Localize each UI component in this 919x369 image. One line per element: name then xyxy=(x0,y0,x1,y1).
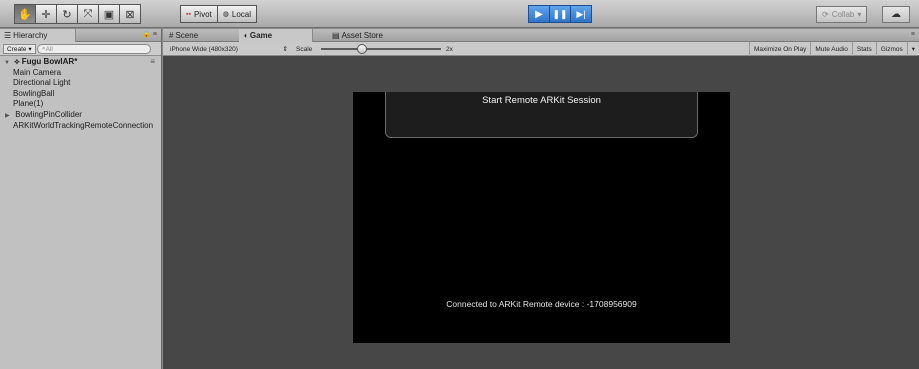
scene-row[interactable]: ▼ ⟡ Fugu BowlAR* ≡ xyxy=(0,57,161,68)
local-label: Local xyxy=(231,9,251,19)
transform-icon[interactable]: ⊠ xyxy=(119,4,141,24)
game-panel: # Scene ◖ Game ▤ Asset Store ≡ iPhone Wi… xyxy=(163,29,919,369)
scene-menu-icon[interactable]: ≡ xyxy=(150,57,155,68)
tree-item[interactable]: Plane(1) xyxy=(0,99,161,110)
scene-grid-icon: # xyxy=(169,31,174,40)
tab-asset-store[interactable]: ▤ Asset Store xyxy=(328,29,408,42)
rect-tool-icon[interactable]: ▣ xyxy=(98,4,120,24)
hand-icon[interactable]: ✋ xyxy=(14,4,36,24)
scene-name: Fugu BowlAR* xyxy=(21,57,78,66)
tree-item[interactable]: Main Camera xyxy=(0,68,161,79)
scale-icon[interactable]: ⤧ xyxy=(77,4,99,24)
list-icon: ☰ xyxy=(4,31,12,40)
game-toolbar: iPhone Wide (480x320) ⇕ Scale 2x Maximiz… xyxy=(163,42,919,56)
globe-icon: ◍ xyxy=(222,11,229,18)
hierarchy-tree: ▼ ⟡ Fugu BowlAR* ≡ Main Camera Direction… xyxy=(0,56,161,131)
chevron-down-icon: ▾ xyxy=(857,10,862,19)
scale-label: Scale xyxy=(296,45,313,53)
hierarchy-tab-label: Hierarchy xyxy=(13,31,48,40)
cloud-icon: ☁ xyxy=(891,9,901,20)
step-icon[interactable]: ▶| xyxy=(570,5,592,23)
store-icon: ▤ xyxy=(332,31,340,40)
resolution-value: iPhone Wide (480x320) xyxy=(170,45,238,53)
fold-closed-icon[interactable]: ▶ xyxy=(5,111,13,121)
collab-icon: ⟳ xyxy=(822,10,829,19)
start-ar-session-button[interactable]: Start Remote ARKit Session xyxy=(385,92,698,138)
pause-icon[interactable]: ❚❚ xyxy=(549,5,571,23)
tab-asset-store-label: Asset Store xyxy=(341,31,383,40)
move-icon[interactable]: ✛ xyxy=(35,4,57,24)
game-pacman-icon: ◖ xyxy=(243,31,248,40)
hierarchy-tab-bar: ☰ Hierarchy 🔒 ≡ xyxy=(0,29,161,42)
collab-label: Collab xyxy=(831,10,855,19)
game-options: Maximize On Play Mute Audio Stats Gizmos… xyxy=(748,42,919,56)
hierarchy-panel: ☰ Hierarchy 🔒 ≡ Create ▾ ⌕ All ▼ ⟡ Fugu … xyxy=(0,29,162,369)
mute-audio-toggle[interactable]: Mute Audio xyxy=(810,42,852,56)
pivot-button[interactable]: ▪▪ Pivot xyxy=(180,5,218,23)
scale-value: 2x xyxy=(446,45,453,53)
pivot-toggles: ▪▪ Pivot ◍ Local xyxy=(180,5,257,25)
tree-item[interactable]: ARKitWorldTrackingRemoteConnection xyxy=(0,121,161,132)
search-placeholder: All xyxy=(45,45,53,53)
create-button[interactable]: Create ▾ xyxy=(3,44,36,54)
stats-toggle[interactable]: Stats xyxy=(851,42,876,56)
tab-game-label: Game xyxy=(249,31,273,40)
stepper-icon: ⇕ xyxy=(282,46,288,53)
scale-slider-thumb[interactable] xyxy=(357,44,367,54)
hierarchy-toolbar: Create ▾ ⌕ All xyxy=(0,42,161,56)
create-label: Create xyxy=(7,45,27,53)
chevron-down-icon: ▾ xyxy=(26,46,32,53)
tab-hierarchy[interactable]: ☰ Hierarchy xyxy=(0,29,76,42)
tree-item-label: BowlingPinCollider xyxy=(15,109,82,119)
tree-item[interactable]: BowlingBall xyxy=(0,89,161,100)
scale-slider[interactable] xyxy=(321,44,441,54)
playback-controls: ▶ ❚❚ ▶| xyxy=(528,5,592,25)
local-button[interactable]: ◍ Local xyxy=(216,5,257,23)
fold-open-icon[interactable]: ▼ xyxy=(4,58,12,68)
game-viewport[interactable]: Start Remote ARKit Session Connected to … xyxy=(353,92,730,343)
pivot-label: Pivot xyxy=(193,9,212,19)
collab-button[interactable]: ⟳ Collab ▾ xyxy=(816,6,868,23)
tree-item[interactable]: Directional Light xyxy=(0,78,161,89)
panel-menu-icon[interactable]: ≡ xyxy=(911,31,915,38)
play-icon[interactable]: ▶ xyxy=(528,5,550,23)
unity-scene-icon: ⟡ xyxy=(14,57,20,66)
cloud-button[interactable]: ☁ xyxy=(882,6,910,23)
maximize-on-play-toggle[interactable]: Maximize On Play xyxy=(748,42,810,56)
transform-tools: ✋ ✛ ↻ ⤧ ▣ ⊠ xyxy=(14,4,141,24)
tab-game[interactable]: ◖ Game xyxy=(239,29,313,42)
hierarchy-search-input[interactable]: ⌕ All xyxy=(37,44,151,54)
tab-scene-label: Scene xyxy=(175,31,199,40)
gizmos-dropdown[interactable]: ▾ xyxy=(906,42,919,56)
connection-status: Connected to ARKit Remote device : -1708… xyxy=(446,299,637,309)
tab-scene[interactable]: # Scene xyxy=(165,29,237,42)
game-tab-bar: # Scene ◖ Game ▤ Asset Store ≡ xyxy=(163,29,919,42)
tree-item[interactable]: ▶ BowlingPinCollider xyxy=(0,110,161,121)
pivot-icon: ▪▪ xyxy=(186,10,191,18)
start-ar-session-label: Start Remote ARKit Session xyxy=(482,95,601,106)
rotate-icon[interactable]: ↻ xyxy=(56,4,78,24)
main-toolbar: ✋ ✛ ↻ ⤧ ▣ ⊠ ▪▪ Pivot ◍ Local ▶ ❚❚ ▶| ⟳ C… xyxy=(0,0,919,28)
panel-menu-icon[interactable]: 🔒 ≡ xyxy=(142,30,157,38)
resolution-dropdown[interactable]: iPhone Wide (480x320) ⇕ xyxy=(167,44,291,54)
gizmos-toggle[interactable]: Gizmos xyxy=(875,42,907,56)
